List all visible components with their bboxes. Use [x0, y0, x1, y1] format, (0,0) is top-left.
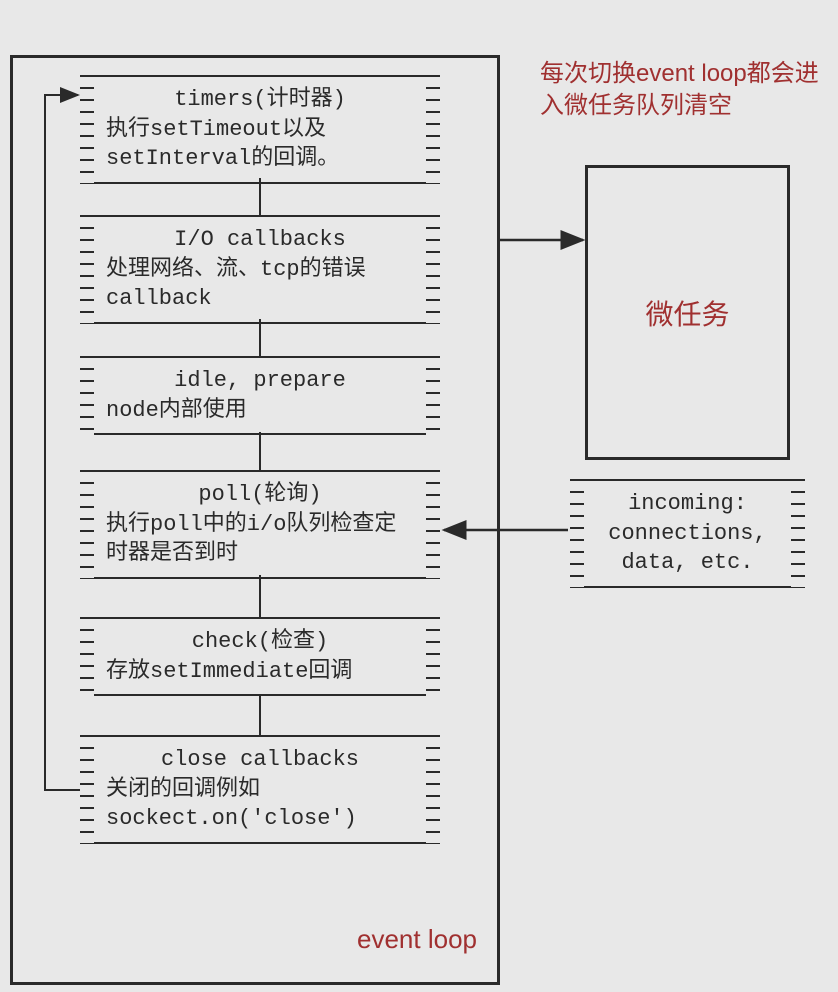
phase-io-desc: 处理网络、流、tcp的错误callback: [106, 255, 414, 314]
phase-io-callbacks: I/O callbacks 处理网络、流、tcp的错误callback: [80, 215, 440, 324]
phase-timers: timers(计时器) 执行setTimeout以及setInterval的回调…: [80, 75, 440, 184]
phase-idle-desc: node内部使用: [106, 396, 414, 426]
phase-poll-title: poll(轮询): [106, 480, 414, 510]
phase-close-desc: 关闭的回调例如sockect.on('close'): [106, 775, 414, 834]
phase-poll: poll(轮询) 执行poll中的i/o队列检查定时器是否到时: [80, 470, 440, 579]
phase-timers-desc: 执行setTimeout以及setInterval的回调。: [106, 115, 414, 174]
microtask-note: 每次切换event loop都会进入微任务队列清空: [540, 58, 838, 123]
incoming-line2: connections,: [592, 519, 783, 549]
phase-close-title: close callbacks: [106, 745, 414, 775]
incoming-line3: data, etc.: [592, 548, 783, 578]
phase-close-callbacks: close callbacks 关闭的回调例如sockect.on('close…: [80, 735, 440, 844]
incoming-line1: incoming:: [592, 489, 783, 519]
microtask-box: 微任务: [585, 165, 790, 460]
phase-idle-title: idle, prepare: [106, 366, 414, 396]
phase-timers-title: timers(计时器): [106, 85, 414, 115]
phase-check-desc: 存放setImmediate回调: [106, 657, 414, 687]
event-loop-label: event loop: [357, 924, 477, 955]
phase-idle-prepare: idle, prepare node内部使用: [80, 356, 440, 435]
phase-check: check(检查) 存放setImmediate回调: [80, 617, 440, 696]
phase-io-title: I/O callbacks: [106, 225, 414, 255]
phase-poll-desc: 执行poll中的i/o队列检查定时器是否到时: [106, 510, 414, 569]
incoming-box: incoming: connections, data, etc.: [570, 479, 805, 588]
phase-check-title: check(检查): [106, 627, 414, 657]
microtask-label: 微任务: [645, 293, 729, 333]
